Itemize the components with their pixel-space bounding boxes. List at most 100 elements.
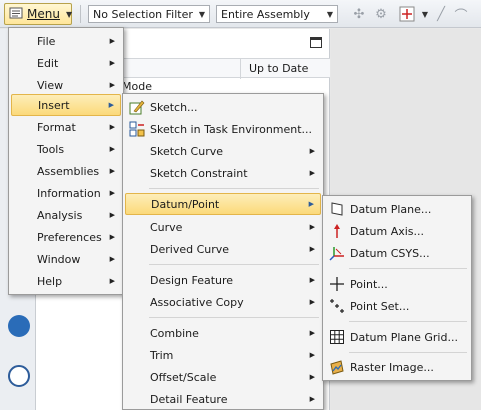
menu-item-label: Information [37,186,101,200]
point-snap-icon[interactable] [398,5,416,23]
datum-axis-icon [329,223,345,239]
menu-item-edit[interactable]: Edit ▶ [11,52,121,74]
snap-icon[interactable]: ✣ [350,5,368,23]
history-clock-icon[interactable] [8,365,30,387]
menu-item-label: Tools [37,142,65,156]
menu-item-format[interactable]: Format ▶ [11,116,121,138]
menu-item-file[interactable]: File ▶ [11,30,121,52]
menu-separator [349,321,467,322]
menu-item-insert[interactable]: Insert ▶ [11,94,121,116]
point-set-icon [329,298,345,314]
menu-separator [149,264,319,265]
menu-item-offset-scale[interactable]: Offset/Scale ▶ [125,366,321,388]
menu-item-preferences[interactable]: Preferences ▶ [11,226,121,248]
menu-item-information[interactable]: Information ▶ [11,182,121,204]
submenu-arrow-icon: ▶ [108,101,114,109]
menu-item-curve[interactable]: Curve ▶ [125,216,321,238]
submenu-arrow-icon: ▶ [109,81,115,89]
submenu-arrow-icon: ▶ [309,276,315,284]
menu-item-label: Sketch... [150,100,198,114]
menu-item-help[interactable]: Help ▶ [11,270,121,292]
menu-item-label: Detail Feature [150,392,228,406]
menu-item-analysis[interactable]: Analysis ▶ [11,204,121,226]
menu-item-design-feature[interactable]: Design Feature ▶ [125,269,321,291]
submenu-arrow-icon: ▶ [309,298,315,306]
menu-item-label: Offset/Scale [150,370,217,384]
menu-item-detail-feature[interactable]: Detail Feature ▶ [125,388,321,410]
submenu-arrow-icon: ▶ [109,211,115,219]
grid-icon [329,329,345,345]
chevron-down-icon: ▼ [326,10,333,19]
datum-plane-icon [329,201,345,217]
toolbar-divider [80,5,81,23]
menu-item-point[interactable]: Point... [325,273,469,295]
submenu-arrow-icon: ▶ [309,169,315,177]
scope-value: Entire Assembly [221,7,310,21]
mode-label: Mode [122,80,152,93]
menu-item-label: Design Feature [150,273,234,287]
filter-icon[interactable]: ⚙ [372,5,390,23]
main-menu: File ▶ Edit ▶ View ▶ Insert ▶ Format ▶ Tools ▶… [8,27,124,295]
menu-item-datum-plane-grid[interactable]: Datum Plane Grid... [325,326,469,348]
submenu-arrow-icon: ▶ [308,200,314,208]
menu-item-associative-copy[interactable]: Associative Copy ▶ [125,291,321,313]
menu-icon [9,6,23,23]
submenu-arrow-icon: ▶ [109,59,115,67]
menu-item-label: Window [37,252,81,266]
submenu-arrow-icon: ▶ [309,329,315,337]
point-icon [329,276,345,292]
curve-snap-icon[interactable]: ⌒ [452,5,470,24]
web-browser-icon[interactable] [8,315,30,337]
menu-item-sketch-constraint[interactable]: Sketch Constraint ▶ [125,162,321,184]
menu-item-label: Point... [350,277,388,291]
menu-item-label: Sketch Curve [150,144,224,158]
menu-item-label: Edit [37,56,59,70]
menu-item-label: View [37,78,64,92]
menu-item-label: Combine [150,326,199,340]
menu-item-tools[interactable]: Tools ▶ [11,138,121,160]
menu-item-label: Trim [150,348,174,362]
menu-item-view[interactable]: View ▶ [11,74,121,96]
menu-item-label: File [37,34,56,48]
submenu-arrow-icon: ▶ [309,245,315,253]
datum-csys-icon [329,245,345,261]
submenu-arrow-icon: ▶ [109,123,115,131]
menu-item-point-set[interactable]: Point Set... [325,295,469,317]
menu-item-label: Datum Axis... [350,224,425,238]
menu-item-label: Insert [38,98,70,112]
menu-item-trim[interactable]: Trim ▶ [125,344,321,366]
menu-item-label: Preferences [37,230,102,244]
menu-item-sketch-in-task[interactable]: Sketch in Task Environment... [125,118,321,140]
menu-item-sketch-curve[interactable]: Sketch Curve ▶ [125,140,321,162]
menu-item-sketch[interactable]: Sketch... [125,96,321,118]
menu-item-label: Analysis [37,208,83,222]
menu-item-label: Raster Image... [350,360,434,374]
menu-item-combine[interactable]: Combine ▶ [125,322,321,344]
menu-item-label: Format [37,120,76,134]
menu-item-window[interactable]: Window ▶ [11,248,121,270]
menu-item-assemblies[interactable]: Assemblies ▶ [11,160,121,182]
sketch-task-icon [129,121,145,137]
menu-separator [349,268,467,269]
submenu-arrow-icon: ▶ [109,189,115,197]
menu-item-datum-point[interactable]: Datum/Point ▶ [125,193,321,215]
menu-item-derived-curve[interactable]: Derived Curve ▶ [125,238,321,260]
menu-separator [149,188,319,189]
menu-item-datum-plane[interactable]: Datum Plane... [325,198,469,220]
menu-item-raster-image[interactable]: Raster Image... [325,356,469,378]
scope-select[interactable]: Entire Assembly ▼ [216,5,338,23]
menu-item-label: Datum Plane Grid... [350,330,458,344]
menu-item-datum-csys[interactable]: Datum CSYS... [325,242,469,264]
insert-submenu: Sketch... Sketch in Task Environment... … [122,93,324,410]
selection-filter-value: No Selection Filter [93,7,193,21]
restore-window-icon[interactable] [310,37,322,48]
menu-item-label: Sketch Constraint [150,166,248,180]
line-snap-icon[interactable]: ╱ [432,5,450,23]
selection-filter-select[interactable]: No Selection Filter ▼ [88,5,210,23]
menu-item-label: Help [37,274,63,288]
menu-item-datum-axis[interactable]: Datum Axis... [325,220,469,242]
submenu-arrow-icon: ▶ [309,223,315,231]
menu-button[interactable]: Menu ▼ [4,3,72,25]
submenu-arrow-icon: ▶ [309,351,315,359]
column-up-to-date[interactable]: Up to Date [240,59,330,79]
